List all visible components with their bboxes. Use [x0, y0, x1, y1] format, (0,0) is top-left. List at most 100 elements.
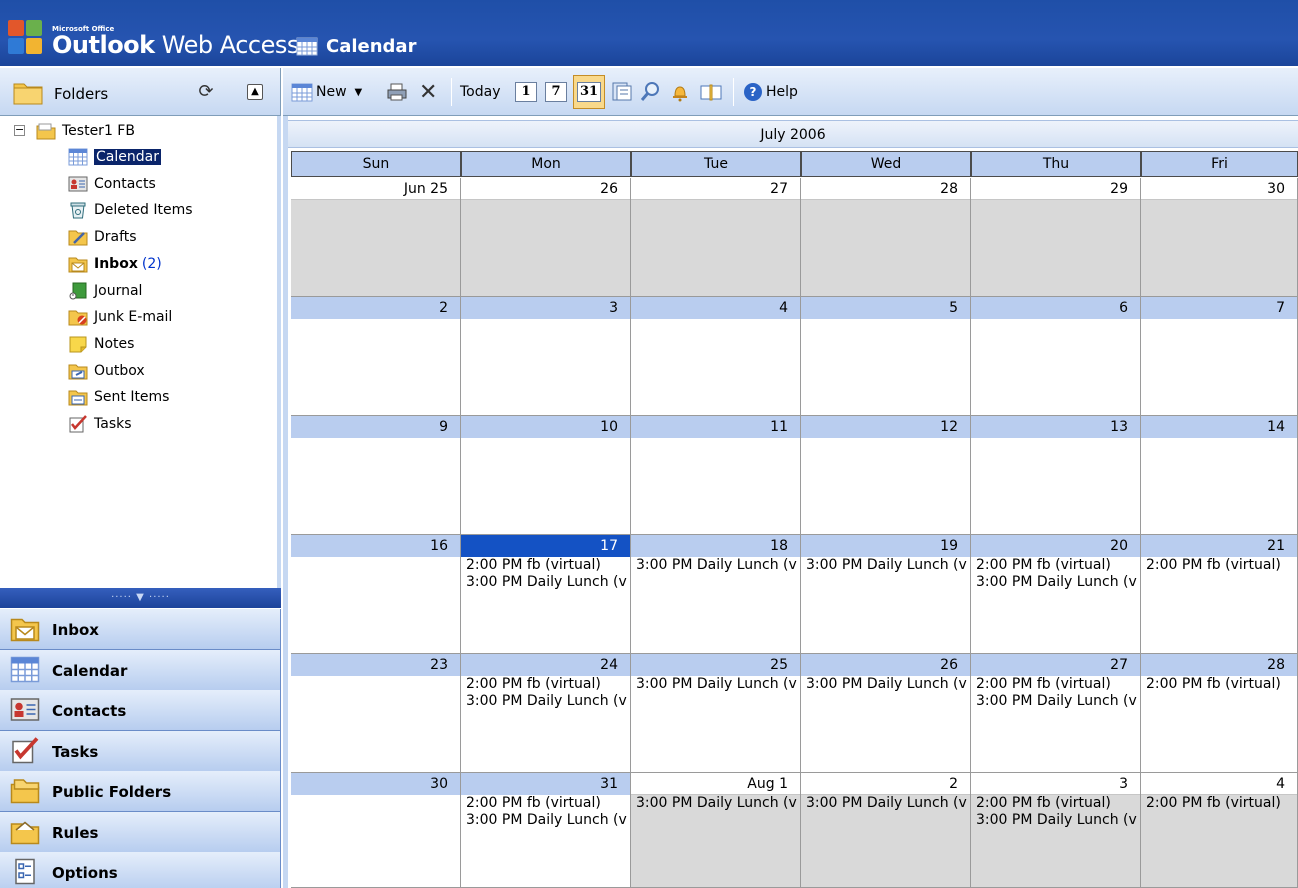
calendar-event[interactable]: 2:00 PM fb (virtual) [1141, 795, 1297, 812]
date-label[interactable]: 12 [801, 416, 970, 438]
day-cell[interactable]: 29 [971, 178, 1141, 297]
calendar-event[interactable]: 3:00 PM Daily Lunch (v [461, 574, 630, 591]
date-label[interactable]: 29 [971, 178, 1140, 200]
nav-button-contacts[interactable]: Contacts [0, 690, 281, 731]
calendar-event[interactable]: 3:00 PM Daily Lunch (v [971, 574, 1140, 591]
refresh-icon[interactable]: ⟳ [196, 82, 216, 102]
day-cell[interactable]: 27 [631, 178, 801, 297]
day-cell[interactable]: 21 2:00 PM fb (virtual) [1141, 535, 1298, 654]
mailbox-root[interactable]: Tester1 FB [36, 120, 135, 142]
print-button[interactable] [386, 76, 408, 108]
nav-button-tasks[interactable]: Tasks [0, 730, 281, 772]
share-calendar-button[interactable] [700, 76, 722, 108]
new-dropdown-arrow-icon[interactable]: ▼ [355, 87, 363, 98]
folder-item-tasks[interactable]: Tasks [68, 413, 132, 435]
day-cell[interactable]: 6 [971, 297, 1141, 416]
calendar-event[interactable]: 2:00 PM fb (virtual) [461, 795, 630, 812]
day-cell[interactable]: 5 [801, 297, 971, 416]
day-cell[interactable]: 28 [801, 178, 971, 297]
address-book-button[interactable] [611, 76, 633, 108]
date-label[interactable]: 14 [1141, 416, 1297, 438]
date-label[interactable]: 27 [971, 654, 1140, 676]
day-cell[interactable]: 31 2:00 PM fb (virtual) 3:00 PM Daily Lunc… [461, 773, 631, 888]
calendar-event[interactable]: 2:00 PM fb (virtual) [971, 795, 1140, 812]
date-label[interactable]: 2 [291, 297, 460, 319]
day-cell[interactable]: 27 2:00 PM fb (virtual) 3:00 PM Daily Lunc… [971, 654, 1141, 773]
nav-button-public-folders[interactable]: Public Folders [0, 771, 281, 812]
day-cell[interactable]: 30 [291, 773, 461, 888]
calendar-event[interactable]: 2:00 PM fb (virtual) [971, 676, 1140, 693]
date-label[interactable]: 28 [1141, 654, 1297, 676]
month-view-button[interactable]: 31 [573, 75, 605, 109]
nav-button-calendar[interactable]: Calendar [0, 649, 281, 691]
date-label[interactable]: 11 [631, 416, 800, 438]
nav-button-options[interactable]: Options [0, 852, 281, 888]
day-cell[interactable]: 17 2:00 PM fb (virtual) 3:00 PM Daily Lunc… [461, 535, 631, 654]
date-label[interactable]: 16 [291, 535, 460, 557]
date-label[interactable]: 20 [971, 535, 1140, 557]
date-label[interactable]: 30 [291, 773, 460, 795]
date-label[interactable]: 19 [801, 535, 970, 557]
day-cell[interactable]: 24 2:00 PM fb (virtual) 3:00 PM Daily Lunc… [461, 654, 631, 773]
calendar-event[interactable]: 2:00 PM fb (virtual) [1141, 676, 1297, 693]
calendar-event[interactable]: 3:00 PM Daily Lunch (v [461, 812, 630, 829]
date-label[interactable]: 2 [801, 773, 970, 795]
folder-item-sent-items[interactable]: Sent Items [68, 386, 169, 408]
day-cell[interactable]: 25 3:00 PM Daily Lunch (v [631, 654, 801, 773]
day-cell[interactable]: Jun 25 [291, 178, 461, 297]
day-cell[interactable]: 26 [461, 178, 631, 297]
today-button[interactable]: Today [460, 76, 501, 108]
day-cell[interactable]: 18 3:00 PM Daily Lunch (v [631, 535, 801, 654]
day-view-button[interactable]: 1 [515, 76, 537, 108]
date-label[interactable]: 24 [461, 654, 630, 676]
date-label[interactable]: 3 [461, 297, 630, 319]
date-label[interactable]: 23 [291, 654, 460, 676]
collapse-pane-icon[interactable]: ▲ [247, 84, 263, 100]
day-cell[interactable]: 30 [1141, 178, 1298, 297]
date-label[interactable]: 3 [971, 773, 1140, 795]
folder-item-drafts[interactable]: Drafts [68, 226, 137, 248]
day-cell[interactable]: 9 [291, 416, 461, 535]
folder-item-contacts[interactable]: Contacts [68, 173, 156, 195]
nav-button-inbox[interactable]: Inbox [0, 609, 281, 650]
nav-pane-splitter[interactable]: ····· ▼ ····· [0, 588, 281, 608]
date-label[interactable]: 5 [801, 297, 970, 319]
date-label[interactable]: 10 [461, 416, 630, 438]
new-button[interactable]: New ▼ [291, 76, 362, 108]
date-label[interactable]: 28 [801, 178, 970, 200]
calendar-event[interactable]: 3:00 PM Daily Lunch (v [631, 557, 800, 574]
calendar-event[interactable]: 3:00 PM Daily Lunch (v [801, 795, 970, 812]
date-label[interactable]: 26 [801, 654, 970, 676]
date-label[interactable]: 9 [291, 416, 460, 438]
date-label[interactable]: 26 [461, 178, 630, 200]
day-cell[interactable]: 7 [1141, 297, 1298, 416]
calendar-event[interactable]: 2:00 PM fb (virtual) [971, 557, 1140, 574]
find-button[interactable] [639, 76, 661, 108]
day-cell[interactable]: 10 [461, 416, 631, 535]
date-label[interactable]: 25 [631, 654, 800, 676]
day-cell[interactable]: 4 [631, 297, 801, 416]
folder-item-calendar[interactable]: Calendar [68, 146, 161, 168]
calendar-event[interactable]: 3:00 PM Daily Lunch (v [461, 693, 630, 710]
folder-item-junk-e-mail[interactable]: Junk E-mail [68, 306, 172, 328]
delete-icon[interactable]: ✕ [419, 76, 437, 108]
reminders-button[interactable] [670, 76, 690, 108]
date-label[interactable]: 27 [631, 178, 800, 200]
date-label[interactable]: Jun 25 [291, 178, 460, 200]
calendar-event[interactable]: 3:00 PM Daily Lunch (v [971, 812, 1140, 829]
day-cell[interactable]: 12 [801, 416, 971, 535]
date-label[interactable]: 30 [1141, 178, 1297, 200]
day-cell[interactable]: 2 [291, 297, 461, 416]
calendar-event[interactable]: 3:00 PM Daily Lunch (v [631, 676, 800, 693]
calendar-event[interactable]: 2:00 PM fb (virtual) [461, 676, 630, 693]
day-cell[interactable]: 28 2:00 PM fb (virtual) [1141, 654, 1298, 773]
calendar-event[interactable]: 3:00 PM Daily Lunch (v [801, 676, 970, 693]
day-cell[interactable]: 3 2:00 PM fb (virtual) 3:00 PM Daily Lunch… [971, 773, 1141, 888]
calendar-event[interactable]: 3:00 PM Daily Lunch (v [801, 557, 970, 574]
tree-collapse-icon[interactable]: − [14, 124, 25, 136]
date-label[interactable]: 13 [971, 416, 1140, 438]
calendar-event[interactable]: 2:00 PM fb (virtual) [461, 557, 630, 574]
day-cell[interactable]: 19 3:00 PM Daily Lunch (v [801, 535, 971, 654]
date-label[interactable]: 4 [1141, 773, 1297, 795]
folder-item-journal[interactable]: Journal [68, 280, 142, 302]
